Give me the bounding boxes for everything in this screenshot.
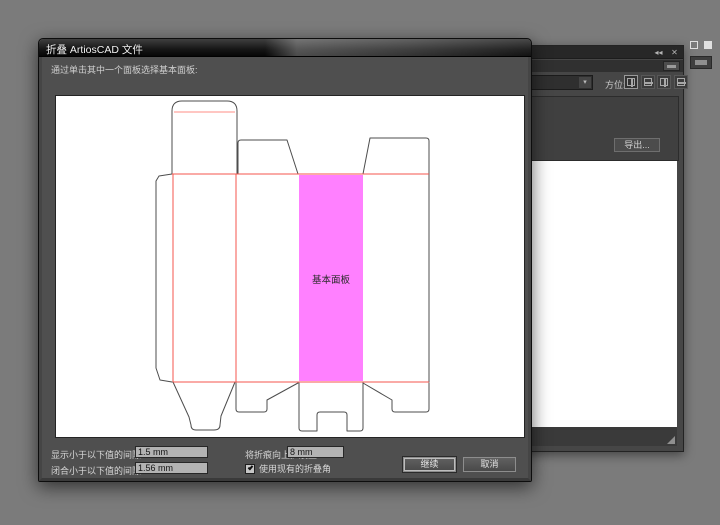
- dialog-titlebar[interactable]: 折叠 ArtiosCAD 文件: [39, 39, 531, 57]
- dock-expand-icon[interactable]: [690, 41, 698, 49]
- dieline-drawing: 基本面板: [56, 96, 524, 437]
- fold-artioscad-dialog: 折叠 ArtiosCAD 文件 通过单击其中一个面板选择基本面板:: [38, 38, 532, 482]
- close-gaps-input[interactable]: [135, 462, 208, 474]
- continue-button[interactable]: 继续: [403, 457, 456, 472]
- dock-icons: [690, 41, 716, 51]
- screenshot-root: ◂◂ ✕ ▾ 方位:: [0, 0, 720, 525]
- orientation-left-icon: [660, 78, 668, 86]
- glue-flap-outline: [156, 174, 172, 382]
- orientation-back-icon: [644, 78, 652, 86]
- orientation-back-button[interactable]: [641, 75, 655, 89]
- dialog-body: 通过单击其中一个面板选择基本面板:: [39, 57, 531, 481]
- orientation-left-button[interactable]: [657, 75, 671, 89]
- dialog-button-row: 继续 取消: [403, 457, 516, 472]
- show-gaps-input[interactable]: [135, 446, 208, 458]
- orientation-right-button[interactable]: [674, 75, 688, 89]
- dieline-canvas[interactable]: 基本面板: [55, 95, 525, 438]
- panel-menu-button[interactable]: [663, 61, 680, 71]
- top-dust-flap-right-outline: [363, 138, 429, 174]
- base-panel-label: 基本面板: [312, 274, 351, 286]
- titlebar-gloss: [265, 39, 531, 56]
- checkmark-icon: [248, 464, 254, 470]
- bottom-dust-flap-left-outline: [236, 383, 298, 412]
- collapse-panel-icon[interactable]: ◂◂: [654, 48, 663, 57]
- export-button[interactable]: 导出...: [614, 138, 660, 152]
- bottom-dust-flap-right-outline: [363, 383, 429, 412]
- instruction-label: 通过单击其中一个面板选择基本面板:: [51, 63, 198, 76]
- bottom-tuck-flap-outline: [173, 382, 235, 430]
- close-gaps-label: 闭合小于以下值的间隙:: [51, 464, 144, 477]
- show-gaps-label: 显示小于以下值的间隙:: [51, 448, 144, 461]
- use-existing-corners-checkbox[interactable]: [245, 464, 255, 474]
- use-existing-corners-label: 使用现有的折叠角: [259, 462, 331, 475]
- dock-close-icon[interactable]: [704, 41, 712, 49]
- top-dust-flap-left-outline: [238, 140, 298, 174]
- dialog-title: 折叠 ArtiosCAD 文件: [46, 42, 143, 57]
- dock-collapsed-panel-button[interactable]: [690, 56, 712, 69]
- extend-creases-input[interactable]: [287, 446, 344, 458]
- orientation-front-button[interactable]: [624, 75, 638, 89]
- bottom-base-flap-outline: [299, 383, 363, 431]
- close-panel-icon[interactable]: ✕: [670, 48, 679, 57]
- cancel-button[interactable]: 取消: [463, 457, 516, 472]
- orientation-right-icon: [677, 78, 685, 86]
- orientation-label: 方位:: [605, 78, 626, 91]
- resize-grip-icon[interactable]: [667, 436, 675, 444]
- orientation-front-icon: [627, 78, 635, 86]
- chevron-down-icon: ▾: [579, 77, 591, 88]
